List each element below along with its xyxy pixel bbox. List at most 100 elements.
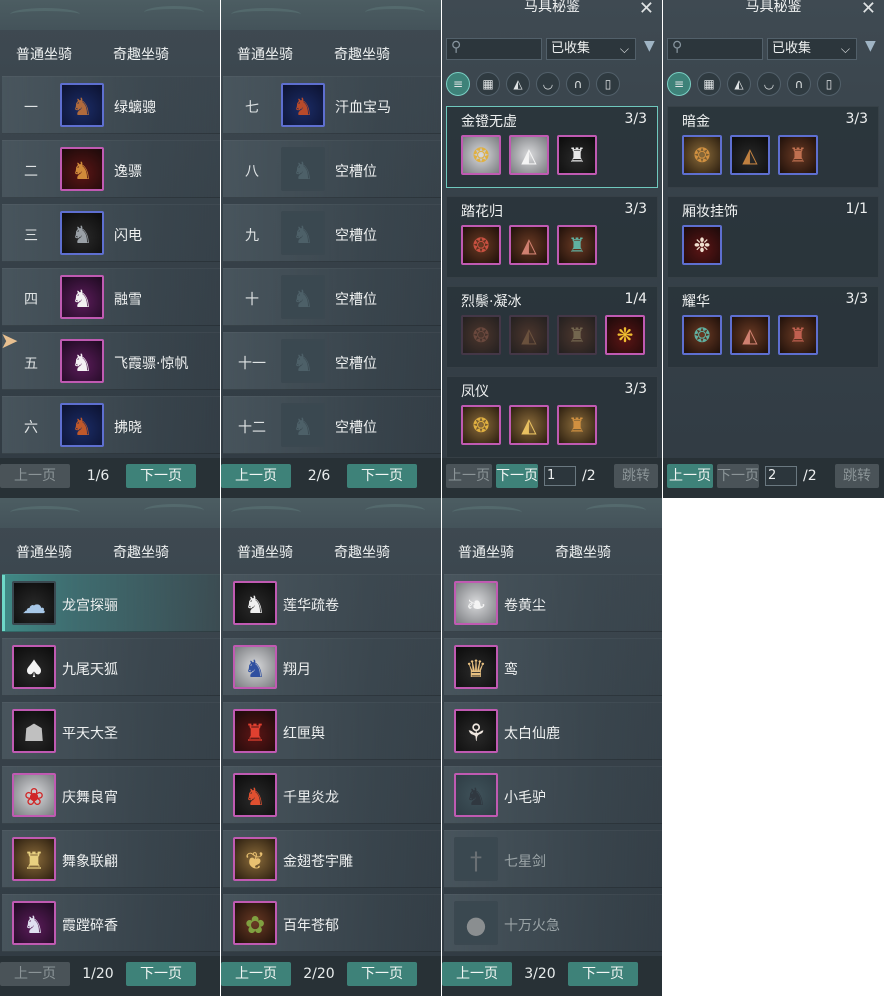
mount-list-item[interactable]: ✿ 百年苍郁 <box>223 894 441 952</box>
armor-icon[interactable]: ▯ <box>817 72 841 96</box>
close-icon[interactable]: ✕ <box>639 0 654 19</box>
prev-page-button[interactable]: 上一页 <box>446 464 492 488</box>
tack-item-icon[interactable]: ◭ <box>509 225 549 265</box>
tack-item-icon[interactable]: ❂ <box>461 135 501 175</box>
tack-item-icon[interactable]: ❂ <box>682 315 722 355</box>
mount-slot-row[interactable]: 一 ♞ 绿螭骢 <box>2 76 220 134</box>
mount-list-item[interactable]: ☗ 平天大圣 <box>2 702 220 760</box>
tack-item-icon[interactable]: ♜ <box>557 135 597 175</box>
prev-page-button[interactable]: 上一页 <box>667 464 713 488</box>
prev-page-button[interactable]: 上一页 <box>221 464 291 488</box>
mount-slot-row[interactable]: 六 ♞ 拂晓 <box>2 396 220 454</box>
search-input[interactable]: ⚲ <box>446 38 542 60</box>
tack-item-icon[interactable]: ♜ <box>557 315 597 355</box>
tack-item-icon[interactable]: ❂ <box>461 225 501 265</box>
tack-set-card[interactable]: 金镫无虚 3/3 ❂ ◭ ♜ <box>446 106 658 188</box>
tab-special-mounts[interactable]: 奇趣坐骑 <box>334 542 390 562</box>
tack-item-icon[interactable]: ❂ <box>461 405 501 445</box>
mount-slot-row[interactable]: 五 ♞ 飞霞骠·惊帆 <box>2 332 220 390</box>
armor-icon[interactable]: ▯ <box>596 72 620 96</box>
tack-item-icon[interactable]: ❂ <box>682 135 722 175</box>
tack-item-icon[interactable]: ❋ <box>605 315 645 355</box>
mount-list-item[interactable]: ♛ 鸾 <box>444 638 662 696</box>
tack-set-card[interactable]: 耀华 3/3 ❂ ◭ ♜ <box>667 286 879 368</box>
mount-slot-row[interactable]: 三 ♞ 闪电 <box>2 204 220 262</box>
tab-normal-mounts[interactable]: 普通坐骑 <box>237 542 293 562</box>
search-input[interactable]: ⚲ <box>667 38 763 60</box>
next-page-button[interactable]: 下一页 <box>568 962 638 986</box>
list-view-icon[interactable]: ≡ <box>667 72 691 96</box>
tab-normal-mounts[interactable]: 普通坐骑 <box>16 542 72 562</box>
mount-slot-row[interactable]: 十二 ♞ 空槽位 <box>223 396 441 454</box>
tab-special-mounts[interactable]: 奇趣坐骑 <box>113 542 169 562</box>
tab-special-mounts[interactable]: 奇趣坐骑 <box>555 542 611 562</box>
mount-slot-row[interactable]: 四 ♞ 融雪 <box>2 268 220 326</box>
prev-page-button[interactable]: 上一页 <box>221 962 291 986</box>
tab-normal-mounts[interactable]: 普通坐骑 <box>458 542 514 562</box>
tack-set-card[interactable]: 厢妆挂饰 1/1 ❉ <box>667 196 879 278</box>
bridle-icon[interactable]: ◡ <box>536 72 560 96</box>
filter-icon[interactable]: ▼ <box>644 38 655 54</box>
bridle-icon[interactable]: ◡ <box>757 72 781 96</box>
tack-item-icon[interactable]: ◭ <box>730 315 770 355</box>
mount-list-item[interactable]: ♞ 霞蹚碎香 <box>2 894 220 952</box>
tack-item-icon[interactable]: ❂ <box>461 315 501 355</box>
mount-list-item[interactable]: ♠ 九尾天狐 <box>2 638 220 696</box>
prev-page-button[interactable]: 上一页 <box>0 962 70 986</box>
mount-list-item[interactable]: † 七星剑 <box>444 830 662 888</box>
tack-set-card[interactable]: 踏花归 3/3 ❂ ◭ ♜ <box>446 196 658 278</box>
close-icon[interactable]: ✕ <box>861 0 876 19</box>
grid-icon[interactable]: ▦ <box>476 72 500 96</box>
mount-slot-row[interactable]: 九 ♞ 空槽位 <box>223 204 441 262</box>
mount-list-item[interactable]: ♞ 莲华疏卷 <box>223 574 441 632</box>
mount-slot-row[interactable]: 七 ♞ 汗血宝马 <box>223 76 441 134</box>
mount-list-item[interactable]: ☁ 龙宫探骊 <box>2 574 220 632</box>
next-page-button[interactable]: 下一页 <box>347 464 417 488</box>
mount-list-item[interactable]: ❀ 庆舞良宵 <box>2 766 220 824</box>
mount-slot-row[interactable]: 二 ♞ 逸骠 <box>2 140 220 198</box>
mount-list-item[interactable]: ⚘ 太白仙鹿 <box>444 702 662 760</box>
next-page-button[interactable]: 下一页 <box>717 464 759 488</box>
saddle-icon[interactable]: ◭ <box>727 72 751 96</box>
horseshoe-icon[interactable]: ∩ <box>566 72 590 96</box>
tack-item-icon[interactable]: ❉ <box>682 225 722 265</box>
tack-set-card[interactable]: 暗金 3/3 ❂ ◭ ♜ <box>667 106 879 188</box>
horseshoe-icon[interactable]: ∩ <box>787 72 811 96</box>
mount-list-item[interactable]: ♞ 小毛驴 <box>444 766 662 824</box>
tack-item-icon[interactable]: ♜ <box>778 135 818 175</box>
mount-slot-row[interactable]: 十一 ♞ 空槽位 <box>223 332 441 390</box>
prev-page-button[interactable]: 上一页 <box>442 962 512 986</box>
tack-item-icon[interactable]: ♜ <box>778 315 818 355</box>
mount-list-item[interactable]: ♜ 舞象联翩 <box>2 830 220 888</box>
tack-item-icon[interactable]: ◭ <box>509 405 549 445</box>
collection-filter-dropdown[interactable]: 已收集 ⌵ <box>767 38 857 60</box>
next-page-button[interactable]: 下一页 <box>347 962 417 986</box>
filter-icon[interactable]: ▼ <box>865 38 876 54</box>
mount-slot-row[interactable]: 八 ♞ 空槽位 <box>223 140 441 198</box>
mount-list-item[interactable]: ♞ 翔月 <box>223 638 441 696</box>
page-number-input[interactable]: 1 <box>544 466 576 486</box>
tab-special-mounts[interactable]: 奇趣坐骑 <box>334 44 390 64</box>
mount-list-item[interactable]: ♜ 红匣舆 <box>223 702 441 760</box>
tab-special-mounts[interactable]: 奇趣坐骑 <box>113 44 169 64</box>
next-page-button[interactable]: 下一页 <box>126 464 196 488</box>
tack-item-icon[interactable]: ♜ <box>557 225 597 265</box>
next-page-button[interactable]: 下一页 <box>126 962 196 986</box>
next-page-button[interactable]: 下一页 <box>496 464 538 488</box>
tack-item-icon[interactable]: ◭ <box>509 315 549 355</box>
page-number-input[interactable]: 2 <box>765 466 797 486</box>
mount-list-item[interactable]: ❧ 卷黄尘 <box>444 574 662 632</box>
tack-item-icon[interactable]: ◭ <box>730 135 770 175</box>
tab-normal-mounts[interactable]: 普通坐骑 <box>237 44 293 64</box>
list-view-icon[interactable]: ≡ <box>446 72 470 96</box>
jump-button[interactable]: 跳转 <box>614 464 658 488</box>
jump-button[interactable]: 跳转 <box>835 464 879 488</box>
grid-icon[interactable]: ▦ <box>697 72 721 96</box>
tab-normal-mounts[interactable]: 普通坐骑 <box>16 44 72 64</box>
tack-item-icon[interactable]: ◭ <box>509 135 549 175</box>
mount-list-item[interactable]: ❦ 金翅苍宇雕 <box>223 830 441 888</box>
tack-set-card[interactable]: 烈鬃·凝冰 1/4 ❂ ◭ ♜ ❋ <box>446 286 658 368</box>
prev-page-button[interactable]: 上一页 <box>0 464 70 488</box>
mount-list-item[interactable]: ♞ 千里炎龙 <box>223 766 441 824</box>
mount-slot-row[interactable]: 十 ♞ 空槽位 <box>223 268 441 326</box>
